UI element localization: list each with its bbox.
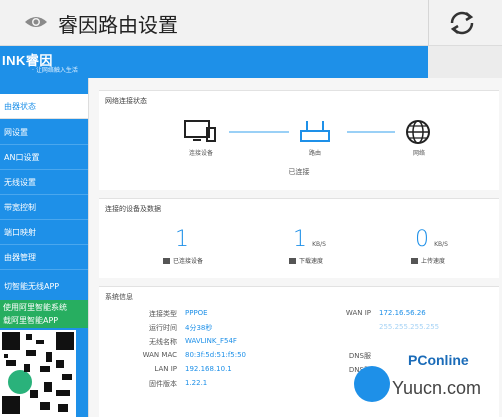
download-speed-value: 1 bbox=[293, 227, 307, 252]
computer-icon bbox=[184, 120, 216, 142]
connection-state: 已连接 bbox=[288, 168, 310, 176]
connected-label: 已连接设备 bbox=[163, 256, 203, 265]
sidebar-item-internet[interactable]: 网设置 bbox=[0, 120, 88, 145]
watermark-brand: PConline bbox=[408, 352, 469, 368]
info-key: DNS服 bbox=[348, 352, 371, 360]
upload-speed: 0 KB/S bbox=[415, 227, 448, 252]
device-stats-panel: 连接的设备及数据 1 已连接设备 1 KB/S 下载速度 0 KB/S 上传速度 bbox=[99, 198, 499, 278]
device-stats-title: 连接的设备及数据 bbox=[105, 205, 161, 213]
system-info-title: 系统信息 bbox=[105, 293, 133, 301]
sidebar-item-port-mapping[interactable]: 端口映射 bbox=[0, 220, 88, 245]
info-value: 255.255.255.255 bbox=[379, 323, 440, 331]
info-key: 连接类型 bbox=[149, 310, 177, 318]
router-header: INK睿因 · 让网络触入生活 bbox=[0, 46, 428, 78]
download-label: 下载速度 bbox=[289, 256, 323, 265]
promo-line-1: 使用阿里智能系统 bbox=[3, 303, 67, 312]
upload-label: 上传速度 bbox=[411, 256, 445, 265]
page-title: 睿因路由设置 bbox=[58, 13, 178, 37]
download-speed-unit: KB/S bbox=[312, 241, 326, 248]
qr-module bbox=[36, 340, 44, 344]
info-value: PPPOE bbox=[185, 309, 208, 317]
info-key: LAN IP bbox=[154, 365, 177, 373]
info-key: 固件版本 bbox=[149, 380, 177, 388]
sidebar-item-smart-app[interactable]: 切智能无线APP bbox=[0, 277, 88, 297]
qr-module bbox=[56, 332, 74, 350]
info-value: 4分38秒 bbox=[185, 324, 213, 332]
qr-module bbox=[24, 364, 30, 372]
info-value: WAVLINK_F54F bbox=[185, 337, 237, 345]
network-status-title: 网络连接状态 bbox=[105, 97, 147, 105]
promo-line-2: 载阿里智能APP bbox=[3, 316, 59, 325]
qr-module bbox=[2, 396, 20, 414]
device-icon bbox=[163, 258, 170, 264]
eye-icon[interactable] bbox=[24, 12, 48, 32]
sidebar-item-router-status[interactable]: 由器状态 bbox=[0, 94, 88, 119]
download-speed: 1 KB/S bbox=[293, 227, 326, 252]
qr-module bbox=[44, 382, 52, 392]
qr-module bbox=[26, 334, 32, 340]
qr-module bbox=[46, 352, 52, 362]
router-icon bbox=[300, 121, 330, 142]
info-key: 无线名称 bbox=[149, 338, 177, 346]
ali-promo[interactable]: 使用阿里智能系统 载阿里智能APP bbox=[0, 300, 88, 328]
qr-module bbox=[58, 404, 68, 412]
header-gap bbox=[428, 46, 502, 78]
info-key: 运行时间 bbox=[149, 324, 177, 332]
sidebar-item-wireless[interactable]: 无线设置 bbox=[0, 170, 88, 195]
brand-slogan: · 让网络触入生活 bbox=[32, 67, 78, 74]
link-line bbox=[229, 131, 289, 133]
qr-module bbox=[30, 390, 38, 398]
top-bar: 睿因路由设置 bbox=[0, 0, 502, 46]
qr-module bbox=[40, 402, 50, 410]
watermark-site: Yuucn.com bbox=[392, 378, 482, 398]
download-icon bbox=[289, 258, 296, 264]
qr-module bbox=[6, 360, 16, 366]
qr-module bbox=[56, 390, 70, 396]
upload-speed-value: 0 bbox=[415, 227, 429, 252]
qr-module bbox=[40, 366, 50, 372]
info-value: 1.22.1 bbox=[185, 379, 208, 387]
info-value: 192.168.10.1 bbox=[185, 365, 232, 373]
connected-count: 1 bbox=[175, 227, 189, 252]
qr-module bbox=[26, 350, 36, 356]
watermark-logo-icon bbox=[354, 366, 390, 402]
refresh-icon[interactable] bbox=[446, 8, 478, 38]
status-label-router: 路由 bbox=[308, 150, 321, 157]
qr-code bbox=[0, 330, 76, 417]
qr-module bbox=[4, 354, 8, 358]
info-value: 172.16.56.26 bbox=[379, 309, 426, 317]
upload-speed-unit: KB/S bbox=[434, 241, 448, 248]
qr-module bbox=[56, 360, 64, 368]
info-key: WAN MAC bbox=[142, 351, 177, 359]
network-status-panel: 网络连接状态 连接设备 路由 网络 已连接 bbox=[99, 90, 499, 190]
info-value: 80:3f:5d:51:f5:50 bbox=[185, 351, 246, 359]
status-label-network: 网络 bbox=[412, 150, 425, 157]
upload-icon bbox=[411, 258, 418, 264]
link-line bbox=[347, 131, 395, 133]
info-key: WAN IP bbox=[345, 309, 371, 317]
globe-icon bbox=[406, 120, 430, 144]
sidebar-item-router-manage[interactable]: 由器管理 bbox=[0, 245, 88, 270]
divider bbox=[428, 0, 429, 46]
qr-module bbox=[62, 374, 72, 380]
sidebar-item-lan[interactable]: AN口设置 bbox=[0, 145, 88, 170]
qr-module bbox=[2, 332, 20, 350]
status-label-devices: 连接设备 bbox=[188, 150, 213, 157]
connected-count-value: 1 bbox=[175, 227, 189, 252]
sidebar-item-bandwidth[interactable]: 带宽控制 bbox=[0, 195, 88, 220]
